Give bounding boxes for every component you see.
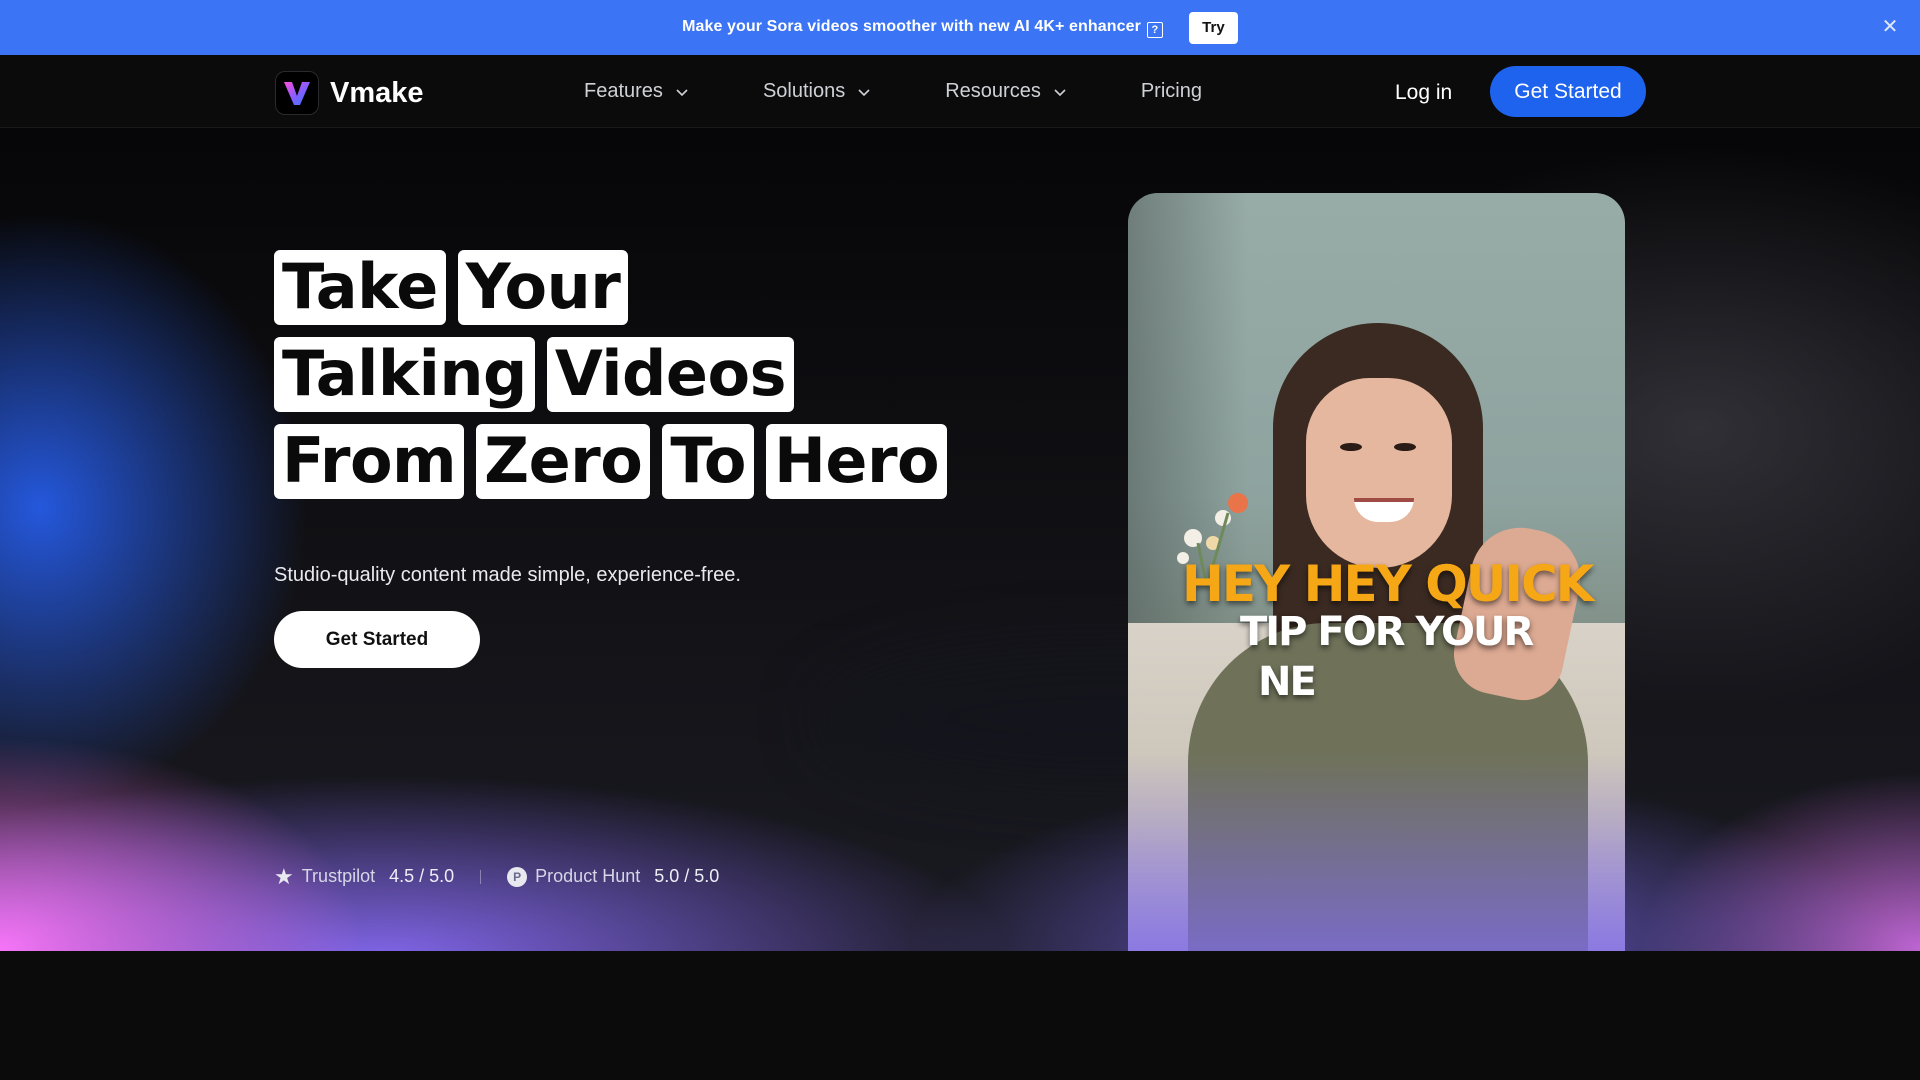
nav-item-solutions[interactable]: Solutions bbox=[763, 80, 871, 103]
video-caption-line: HEY HEY QUICK bbox=[1182, 555, 1594, 613]
headline-word: Talking bbox=[274, 337, 535, 412]
divider bbox=[480, 869, 482, 884]
try-button[interactable]: Try bbox=[1188, 11, 1238, 44]
announcement-bar: Make your Sora videos smoother with new … bbox=[0, 0, 1920, 55]
nav-item-label: Features bbox=[584, 80, 663, 102]
hero-headline: Take Your Talking Videos From Zero To He… bbox=[274, 250, 959, 511]
headline-row: From Zero To Hero bbox=[274, 424, 959, 499]
headline-row: Take Your bbox=[274, 250, 959, 325]
nav-item-label: Solutions bbox=[762, 80, 846, 102]
star-icon: ★ bbox=[274, 863, 294, 889]
headline-word: Zero bbox=[476, 424, 651, 499]
close-icon[interactable]: ✕ bbox=[1880, 17, 1900, 37]
headline-word: Videos bbox=[546, 337, 794, 412]
chevron-down-icon bbox=[676, 88, 688, 96]
brand-logo[interactable]: Vmake bbox=[275, 71, 424, 115]
login-link[interactable]: Log in bbox=[1395, 81, 1452, 105]
video-person-eye bbox=[1394, 443, 1416, 451]
rating-source: Product Hunt bbox=[535, 866, 641, 886]
video-bottom-fade bbox=[1128, 753, 1625, 951]
below-fold-section bbox=[0, 951, 1920, 1080]
nav-item-resources[interactable]: Resources bbox=[945, 80, 1067, 103]
video-caption-line: TIP FOR YOUR bbox=[1240, 609, 1534, 655]
top-navigation: Vmake Features Solutions Resources Prici… bbox=[0, 55, 1920, 128]
hero-section: Take Your Talking Videos From Zero To He… bbox=[0, 128, 1920, 951]
rating-score: 4.5 / 5.0 bbox=[389, 866, 455, 886]
chevron-down-icon bbox=[858, 88, 870, 96]
help-icon[interactable]: ? bbox=[1146, 21, 1163, 38]
headline-word: Take bbox=[274, 250, 446, 325]
video-caption-line: NE bbox=[1258, 659, 1317, 705]
hero-video-preview[interactable]: HEY HEY QUICK TIP FOR YOUR NE bbox=[1128, 193, 1625, 951]
brand-name: Vmake bbox=[330, 76, 424, 109]
video-person-eye bbox=[1340, 443, 1362, 451]
product-hunt-icon: P bbox=[507, 866, 528, 887]
get-started-button[interactable]: Get Started bbox=[1490, 66, 1646, 117]
headline-word: From bbox=[274, 424, 465, 499]
ratings-row: ★ Trustpilot 4.5 / 5.0 P Product Hunt 5.… bbox=[274, 863, 720, 889]
nav-item-label: Resources bbox=[945, 80, 1041, 102]
headline-word: Your bbox=[457, 250, 629, 325]
announcement-text: Make your Sora videos smoother with new … bbox=[682, 18, 1163, 38]
nav-links: Features Solutions Resources Pricing bbox=[584, 55, 1202, 128]
rating-source: Trustpilot bbox=[301, 866, 376, 886]
headline-word: To bbox=[662, 424, 755, 499]
nav-item-pricing[interactable]: Pricing bbox=[1141, 80, 1202, 103]
chevron-down-icon bbox=[1054, 88, 1066, 96]
nav-item-label: Pricing bbox=[1140, 80, 1202, 102]
nav-item-features[interactable]: Features bbox=[584, 80, 689, 103]
rating-score: 5.0 / 5.0 bbox=[654, 866, 720, 886]
announcement-message: Make your Sora videos smoother with new … bbox=[682, 17, 1141, 35]
video-person-face bbox=[1306, 378, 1452, 568]
vmake-logo-icon bbox=[275, 71, 319, 115]
headline-word: Hero bbox=[766, 424, 948, 499]
hero-get-started-button[interactable]: Get Started bbox=[274, 611, 480, 668]
hero-subtitle: Studio-quality content made simple, expe… bbox=[274, 564, 741, 586]
headline-row: Talking Videos bbox=[274, 337, 959, 412]
